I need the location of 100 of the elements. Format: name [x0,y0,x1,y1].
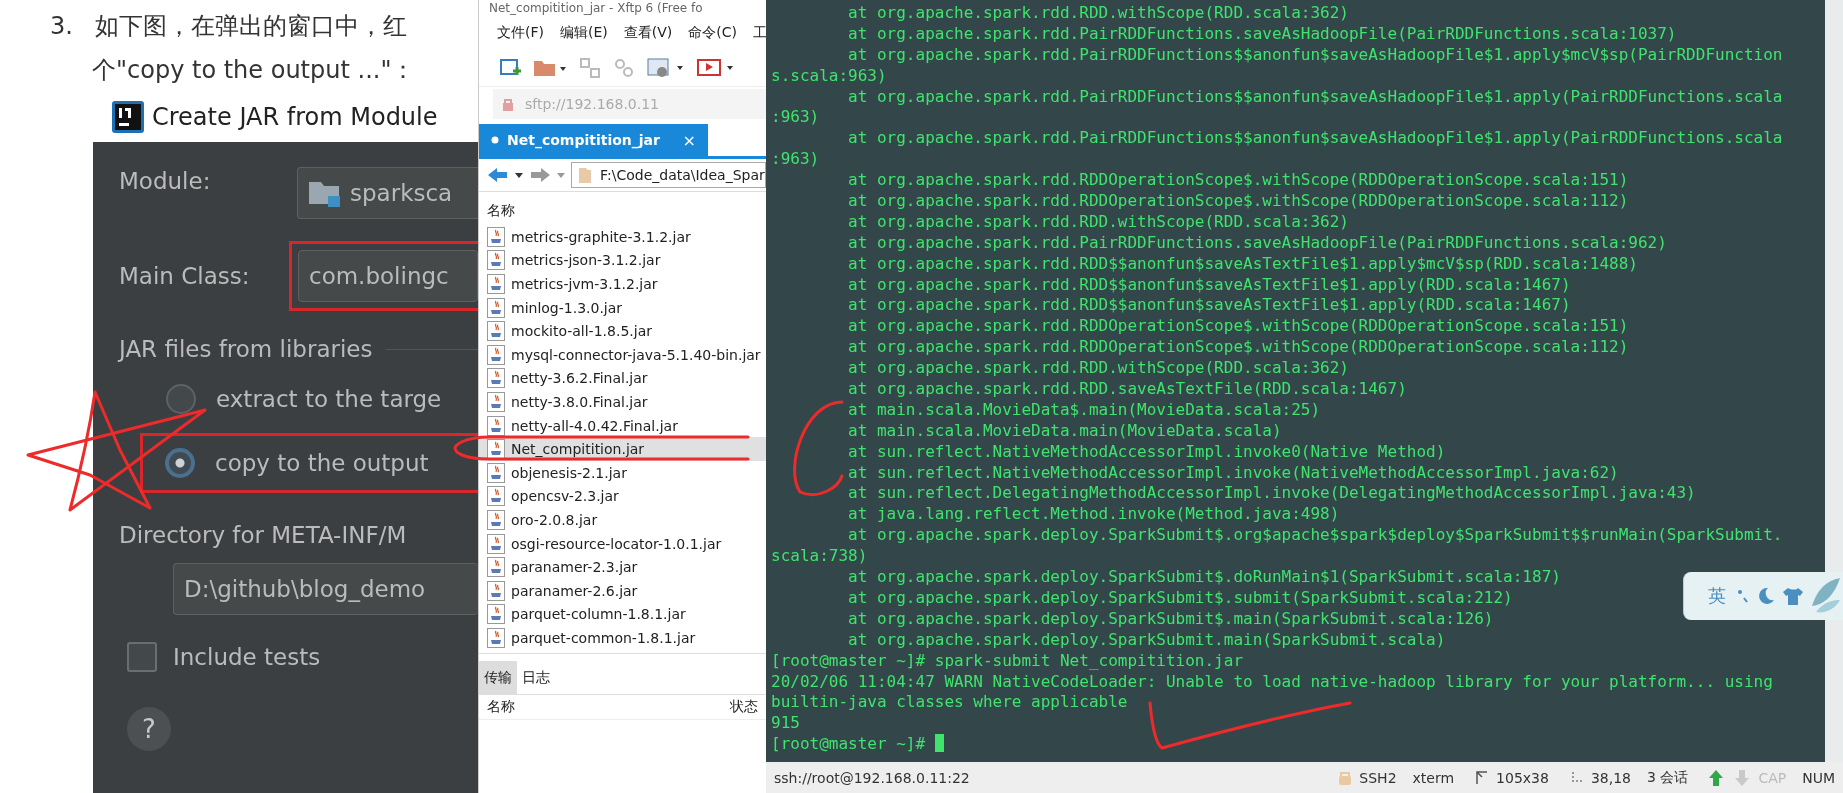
dialog-title: Create JAR from Module [152,103,438,131]
close-button[interactable]: × [682,130,696,150]
terminal-line: scala:738) [771,546,868,568]
column-header: 名称 [487,698,515,716]
java-file-icon [487,368,505,389]
terminal-line: [root@master ~]# [771,734,944,756]
lock-icon [1337,769,1354,786]
step-number: 3. [49,12,74,40]
status-text: 38,18 [1590,769,1632,786]
file-row[interactable]: netty-3.8.0.Final.jar [479,390,766,414]
status-text: SSH2 [1359,769,1397,786]
status-text: 3 会话 [1647,768,1689,787]
radio-button[interactable] [166,384,196,414]
menu-item[interactable]: 查看(V) [623,24,673,42]
terminal-line: at org.apache.spark.deploy.SparkSubmit$.submit(SparkSubmit.scala:212) [847,587,1513,609]
file-row[interactable]: paranamer-2.6.jar [479,578,766,603]
terminal-line: at org.apache.spark.deploy.SparkSubmit$.doRunMain$1(SparkSubmit.scala:187) [847,567,1561,588]
java-file-icon [487,557,505,578]
field-label: Main Class: [119,263,251,289]
help-button[interactable]: ? [127,707,171,751]
option-label: extract to the targe [216,386,442,412]
terminal-line: at org.apache.spark.rdd.RDDOperationScope$.withScope(RDDOperationScope.scala:112) [847,337,1629,359]
checkbox[interactable] [127,642,157,672]
menu-item[interactable]: 工 [753,24,766,42]
java-file-icon [487,509,505,530]
terminal-line: at org.apache.spark.deploy.SparkSubmit.main(SparkSubmit.scala) [847,629,1446,651]
java-file-icon [487,391,505,412]
radio-button[interactable] [165,448,195,478]
section-title: JAR files from libraries [119,336,373,362]
column-header: 状态 [730,698,758,716]
terminal-line: at org.apache.spark.rdd.RDDOperationScope$.withScope(RDDOperationScope.scala:151) [847,170,1629,191]
file-row[interactable]: objenesis-2.1.jar [479,460,766,485]
java-file-icon [487,604,505,625]
java-file-icon [487,627,505,648]
terminal-line: at org.apache.spark.rdd.RDDOperationScope$.withScope(RDDOperationScope.scala:151) [847,316,1629,338]
file-row[interactable]: mysql-connector-java-5.1.40-bin.jar [479,342,766,367]
file-row[interactable]: minlog-1.3.0.jar [479,295,766,320]
file-row[interactable]: metrics-json-3.1.2.jar [479,248,766,273]
file-row[interactable]: osgi-resource-locator-1.0.1.jar [479,531,766,556]
terminal-line: at org.apache.spark.rdd.PairRDDFunctions$$anonfun$saveAsHadoopFile$1.apply$mcV$sp(PairRDDFunction [847,44,1783,66]
menu-item[interactable]: 编辑(E) [560,24,608,42]
terminal-line: at org.apache.spark.rdd.RDD.withScope(RDD.scala:362) [847,358,1349,380]
column-header: 名称 [487,202,515,220]
file-row[interactable]: parquet-common-1.8.1.jar [479,626,766,650]
terminal-line: at org.apache.spark.rdd.RDD$$anonfun$saveAsTextFile$1.apply(RDD.scala:1467) [847,295,1571,317]
file-row[interactable]: paranamer-2.3.jar [479,555,766,579]
panel-tab[interactable]: 传输 [479,661,517,694]
file-row[interactable]: metrics-graphite-3.1.2.jar [479,225,766,249]
terminal-line: builtin-java classes where applicable [771,692,1128,714]
java-file-icon [487,226,505,247]
terminal-line: 20/02/06 11:04:47 WARN NativeCodeLoader: Unable to load native-hadoop library for your platform... using [771,671,1773,693]
terminal-line: :963) [771,149,820,171]
gear-icon [647,57,685,79]
folder-icon [533,58,567,78]
terminal-line: at org.apache.spark.rdd.RDD$$anonfun$saveAsTextFile$1.apply$mcV$sp(RDD.scala:1488) [847,253,1638,275]
session-tab[interactable]: Net_compitition_jar × [479,124,708,156]
terminal-line: [root@master ~]# spark-submit Net_compitition.jar [771,650,1243,672]
menu-item[interactable]: 文件(F) [497,24,544,42]
shirt-icon [1782,586,1804,606]
main-class-field[interactable]: com.bolingc [298,250,478,302]
app-logo-icon [110,99,146,135]
directory-field[interactable]: D:\github\blog_demo [173,563,478,615]
instruction-text: 如下图，在弹出的窗口中，红 [95,11,407,42]
file-row[interactable]: netty-3.6.2.Final.jar [479,366,766,391]
module-field[interactable]: sparksca [297,167,478,219]
terminal-line: at org.apache.spark.deploy.SparkSubmit$.main(SparkSubmit.scala:126) [847,608,1494,630]
video-icon [697,57,735,79]
terminal-line: at sun.reflect.DelegatingMethodAccessorImpl.invoke(DelegatingMethodAccessorImpl.java:43) [847,483,1696,505]
terminal-line: at org.apache.spark.rdd.PairRDDFunctions.saveAsHadoopFile(PairRDDFunctions.scala:1037) [847,23,1677,45]
window-title: Net_compitition_jar - Xftp 6 (Free fo [488,0,704,16]
terminal-line: at main.scala.MovieData.main(MovieData.scala) [847,420,1282,442]
menu-item[interactable]: 命令(C) [688,24,737,42]
file-row[interactable]: oro-2.0.8.jar [479,508,766,532]
terminal-line: :963) [771,107,820,129]
java-file-icon [487,321,505,342]
file-row[interactable]: opencsv-2.3.jar [479,484,766,509]
terminal-line: at sun.reflect.NativeMethodAccessorImpl.invoke(NativeMethodAccessorImpl.java:62) [847,462,1619,484]
option-label: copy to the output [215,450,429,476]
terminal-line: at org.apache.spark.rdd.PairRDDFunctions$$anonfun$saveAsHadoopFile$1.apply(PairRDDFunctions.scala [847,128,1783,150]
java-file-icon [487,580,505,601]
path-field[interactable]: F:\Code_data\Idea_Spar [571,162,766,188]
terminal-line: at org.apache.spark.rdd.RDD$$anonfun$saveAsTextFile$1.apply(RDD.scala:1467) [847,274,1571,296]
status-indicator: NUM [1802,769,1835,786]
lock-icon [501,97,515,111]
download-icon [1734,768,1751,787]
dot-icon [491,136,499,144]
file-row[interactable]: parquet-column-1.8.1.jar [479,602,766,627]
terminal-line: at org.apache.spark.deploy.SparkSubmit$.org$apache$spark$deploy$SparkSubmit$$runMain(SparkSubmit. [847,525,1783,547]
file-row[interactable]: netty-all-4.0.42.Final.jar [479,413,766,438]
moon-icon [1756,586,1776,606]
java-file-icon [487,274,505,294]
file-row[interactable]: mockito-all-1.8.5.jar [479,319,766,343]
java-file-icon [487,344,505,365]
java-file-icon [487,533,505,554]
terminal-line: at org.apache.spark.rdd.RDDOperationScope$.withScope(RDDOperationScope.scala:112) [847,191,1629,212]
panel-tab[interactable]: 日志 [517,661,555,694]
file-row[interactable]: metrics-jvm-3.1.2.jar [479,272,766,296]
terminal-line: at sun.reflect.NativeMethodAccessorImpl.invoke0(Native Method) [847,441,1446,463]
terminal-line: at org.apache.spark.rdd.RDD.withScope(RDD.scala:362) [847,211,1349,233]
status-text: xterm [1412,769,1455,786]
